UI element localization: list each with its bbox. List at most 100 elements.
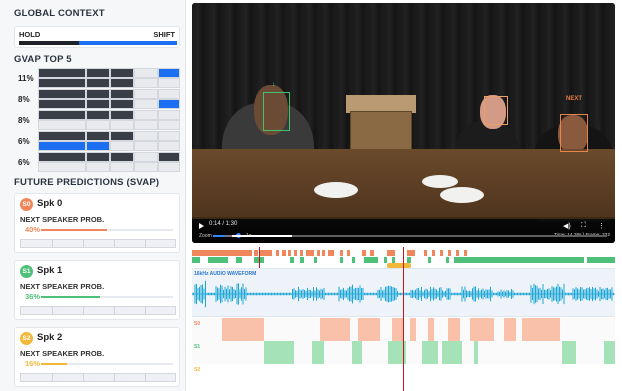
speaker-name: Spk 1 bbox=[37, 265, 63, 276]
gvap-cell bbox=[86, 152, 110, 162]
left-panel: GLOBAL CONTEXT HOLD SHIFT GVAP TOP 5 11%… bbox=[0, 0, 186, 391]
gvap-cell bbox=[38, 141, 86, 151]
gvap-cell bbox=[38, 131, 86, 141]
speaker-name: Spk 2 bbox=[37, 332, 63, 343]
gvap-cell bbox=[134, 68, 158, 78]
video-progress-fill bbox=[232, 235, 292, 237]
segment-divider bbox=[83, 307, 84, 314]
speech-block-s0 bbox=[428, 318, 434, 342]
prediction-segment bbox=[340, 250, 343, 256]
gvap-row-cells bbox=[38, 109, 180, 131]
speech-block-s0 bbox=[470, 318, 494, 342]
prediction-segment bbox=[424, 250, 427, 256]
more-options-icon[interactable]: ⋮ bbox=[598, 222, 605, 230]
segment-divider bbox=[145, 374, 146, 381]
global-context-title: GLOBAL CONTEXT bbox=[14, 8, 105, 19]
zoom-label: Zoom bbox=[199, 233, 212, 239]
prediction-segment bbox=[454, 257, 584, 263]
gvap-row-cells bbox=[38, 88, 180, 110]
speech-block-s0 bbox=[410, 318, 416, 342]
gvap-cell bbox=[110, 99, 134, 109]
prediction-segment bbox=[317, 250, 320, 256]
speaker-badge: S2 bbox=[20, 332, 33, 345]
prediction-segment bbox=[370, 250, 374, 256]
prediction-segment bbox=[300, 250, 303, 256]
gvap-cell bbox=[110, 141, 134, 151]
gvap-row-cells bbox=[38, 130, 180, 152]
gvap-row-pct: 11% bbox=[18, 74, 34, 83]
gvap-row: 8% bbox=[14, 109, 180, 131]
gvap-cell bbox=[110, 120, 134, 130]
prediction-segment bbox=[428, 257, 431, 263]
video-progress-bar[interactable] bbox=[232, 235, 607, 237]
volume-icon[interactable]: ◀) bbox=[563, 222, 571, 230]
gvap-cell bbox=[110, 89, 134, 99]
speech-block-s0 bbox=[222, 318, 264, 342]
speaker-name: Spk 0 bbox=[37, 198, 63, 209]
gvap-cell bbox=[158, 110, 180, 120]
speech-block-s1 bbox=[352, 341, 362, 365]
lane-label-s2: S2 bbox=[194, 367, 201, 373]
gvap-cell bbox=[134, 99, 158, 109]
prediction-segment bbox=[322, 250, 325, 256]
gvap-cell bbox=[38, 68, 86, 78]
prediction-segment bbox=[328, 250, 334, 256]
speaker-prob-label: NEXT SPEAKER PROB. bbox=[20, 282, 105, 291]
gvap-row: 6% bbox=[14, 151, 180, 173]
segment-divider bbox=[145, 240, 146, 247]
svap-title: FUTURE PREDICTIONS (SVAP) bbox=[14, 177, 160, 188]
face-box-s1 bbox=[263, 92, 290, 131]
prediction-segment bbox=[384, 257, 387, 263]
play-icon[interactable] bbox=[199, 223, 204, 229]
speaker-card[interactable]: S0 Spk 0 NEXT SPEAKER PROB. 40% bbox=[14, 193, 180, 253]
gvap-cell bbox=[86, 162, 110, 172]
prediction-segment bbox=[387, 250, 395, 256]
speaker-prob-fill bbox=[41, 229, 107, 231]
speech-block-s0 bbox=[522, 318, 560, 342]
prediction-segment bbox=[587, 257, 615, 263]
speech-block-s1 bbox=[442, 341, 462, 365]
fullscreen-icon[interactable]: ⛶ bbox=[581, 222, 586, 230]
segment-divider bbox=[83, 374, 84, 381]
speech-block-s0 bbox=[320, 318, 350, 342]
shift-fill bbox=[79, 41, 177, 45]
prediction-segment bbox=[456, 250, 459, 256]
gvap-row-pct: 8% bbox=[18, 116, 30, 125]
segment-divider bbox=[83, 240, 84, 247]
speaker-badge: S0 bbox=[20, 198, 33, 211]
segment-divider bbox=[114, 307, 115, 314]
gvap-cell bbox=[158, 89, 180, 99]
gvap-row-pct: 8% bbox=[18, 95, 30, 104]
face-box-s0 bbox=[484, 96, 508, 125]
lane-label-s1: S1 bbox=[194, 344, 201, 350]
speaker-prob-track bbox=[41, 296, 173, 298]
segment-divider bbox=[52, 307, 53, 314]
speaker-card[interactable]: S1 Spk 1 NEXT SPEAKER PROB. 36% bbox=[14, 260, 180, 320]
prediction-segment bbox=[446, 257, 449, 263]
prediction-segment bbox=[276, 250, 279, 256]
gvap-cell bbox=[38, 120, 86, 130]
prediction-segment bbox=[260, 250, 272, 256]
segment-divider bbox=[52, 374, 53, 381]
speaker-card[interactable]: S2 Spk 2 NEXT SPEAKER PROB. 16% bbox=[14, 327, 180, 387]
gvap-cell bbox=[158, 99, 180, 109]
face-box-next bbox=[560, 114, 588, 152]
speaker-prob-value: 16% bbox=[25, 359, 41, 368]
gvap-cell bbox=[110, 131, 134, 141]
hold-shift-meter: HOLD SHIFT bbox=[14, 26, 180, 48]
video-table bbox=[192, 149, 615, 219]
gvap-row: 6% bbox=[14, 130, 180, 152]
playhead-line[interactable] bbox=[403, 247, 404, 391]
speech-block-s1 bbox=[264, 341, 294, 365]
prediction-segment bbox=[300, 257, 304, 263]
video-controls: 0:14 / 1:30 Zoom 1x ◀) ⛶ ⋮ Time: 14.38s … bbox=[192, 217, 615, 243]
video-player[interactable]: ↓ NEXT 0:14 / 1:30 Zoom 1x ◀) ⛶ ⋮ Time: … bbox=[192, 3, 615, 243]
gvap-cell bbox=[86, 120, 110, 130]
prediction-segment bbox=[288, 250, 291, 256]
prediction-segment bbox=[290, 257, 294, 263]
gvap-cell bbox=[38, 152, 86, 162]
video-time: 0:14 / 1:30 bbox=[209, 221, 238, 227]
timeline-panel[interactable]: 16kHz AUDIO WAVEFORM S0 S1 S2 bbox=[192, 247, 615, 391]
speaker-prob-label: NEXT SPEAKER PROB. bbox=[20, 215, 105, 224]
gvap-cell bbox=[110, 110, 134, 120]
